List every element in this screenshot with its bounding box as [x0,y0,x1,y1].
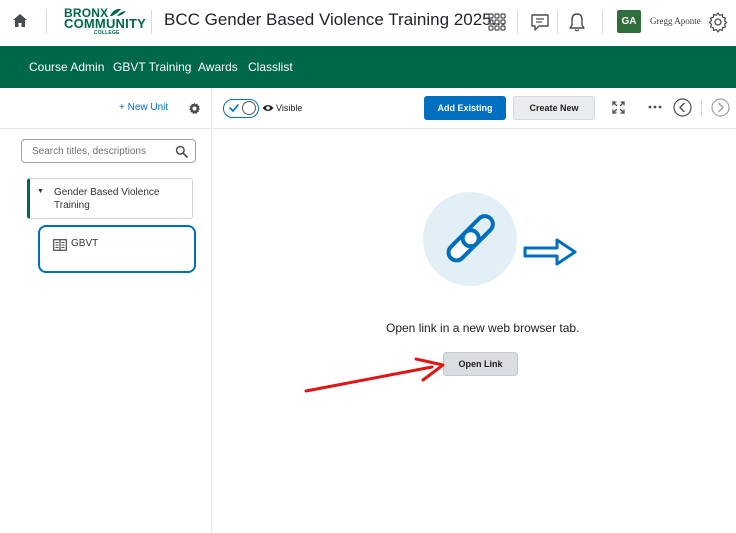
previous-chevron-icon[interactable] [673,98,692,117]
nav-item-awards[interactable]: Awards [198,60,238,74]
new-unit-button[interactable]: + New Unit [119,102,168,113]
open-link-button[interactable]: Open Link [443,352,518,376]
open-link-message: Open link in a new web browser tab. [386,321,580,335]
more-options-icon[interactable] [648,104,662,110]
settings-gear-icon[interactable] [707,11,729,33]
toolbar-divider [701,100,702,116]
search-icon[interactable] [175,145,188,158]
message-alerts-icon[interactable] [529,11,551,33]
link-chain-illustration-icon [423,192,577,286]
logo-line2: COMMUNITY [64,16,146,31]
content-sidebar: + New Unit ▼ Gender Based Violence Train… [0,88,212,533]
header-divider [602,10,603,34]
header-divider [151,10,152,34]
create-new-button[interactable]: Create New [513,96,595,120]
visibility-toggle[interactable] [223,99,259,118]
course-navbar: Course Admin GBVT Training Awards Classl… [0,46,736,88]
unit-item[interactable]: ▼ Gender Based Violence Training [27,178,193,219]
search-box [21,139,196,163]
home-icon[interactable] [11,12,29,30]
top-header: BRONX COMMUNITY COLLEGE BCC Gender Based… [0,0,736,46]
lesson-label: GBVT [71,238,99,249]
header-divider [517,10,518,34]
sidebar-divider [0,128,212,129]
logo-line3: COLLEGE [94,30,120,36]
nav-item-gbvt-training[interactable]: GBVT Training [113,60,191,74]
nav-item-classlist[interactable]: Classlist [248,60,293,74]
checkmark-icon [229,104,239,112]
bell-icon[interactable] [566,11,588,33]
toolbar-divider [213,128,736,129]
header-divider [46,10,47,34]
course-title[interactable]: BCC Gender Based Violence Training 2025.… [164,10,506,30]
user-name[interactable]: Gregg Aponte [650,16,701,26]
next-chevron-icon[interactable] [711,98,730,117]
lesson-item-selected[interactable]: GBVT [38,225,196,273]
visibility-label: Visible [276,103,303,113]
annotation-arrow-icon [304,357,445,393]
apps-grid-icon[interactable] [486,11,508,33]
unit-label: Gender Based Violence Training [54,187,160,211]
header-divider [557,10,558,34]
collapse-caret-icon[interactable]: ▼ [37,188,44,195]
add-existing-button[interactable]: Add Existing [424,96,506,120]
college-logo[interactable]: BRONX COMMUNITY COLLEGE [64,6,146,40]
user-avatar[interactable]: GA [617,10,641,33]
eye-icon [262,105,274,111]
search-input[interactable] [22,140,172,162]
lesson-book-icon [53,239,67,251]
fullscreen-icon[interactable] [612,101,625,114]
sidebar-settings-icon[interactable] [188,102,201,115]
nav-item-course-admin[interactable]: Course Admin [29,60,104,74]
toggle-knob [242,101,256,115]
